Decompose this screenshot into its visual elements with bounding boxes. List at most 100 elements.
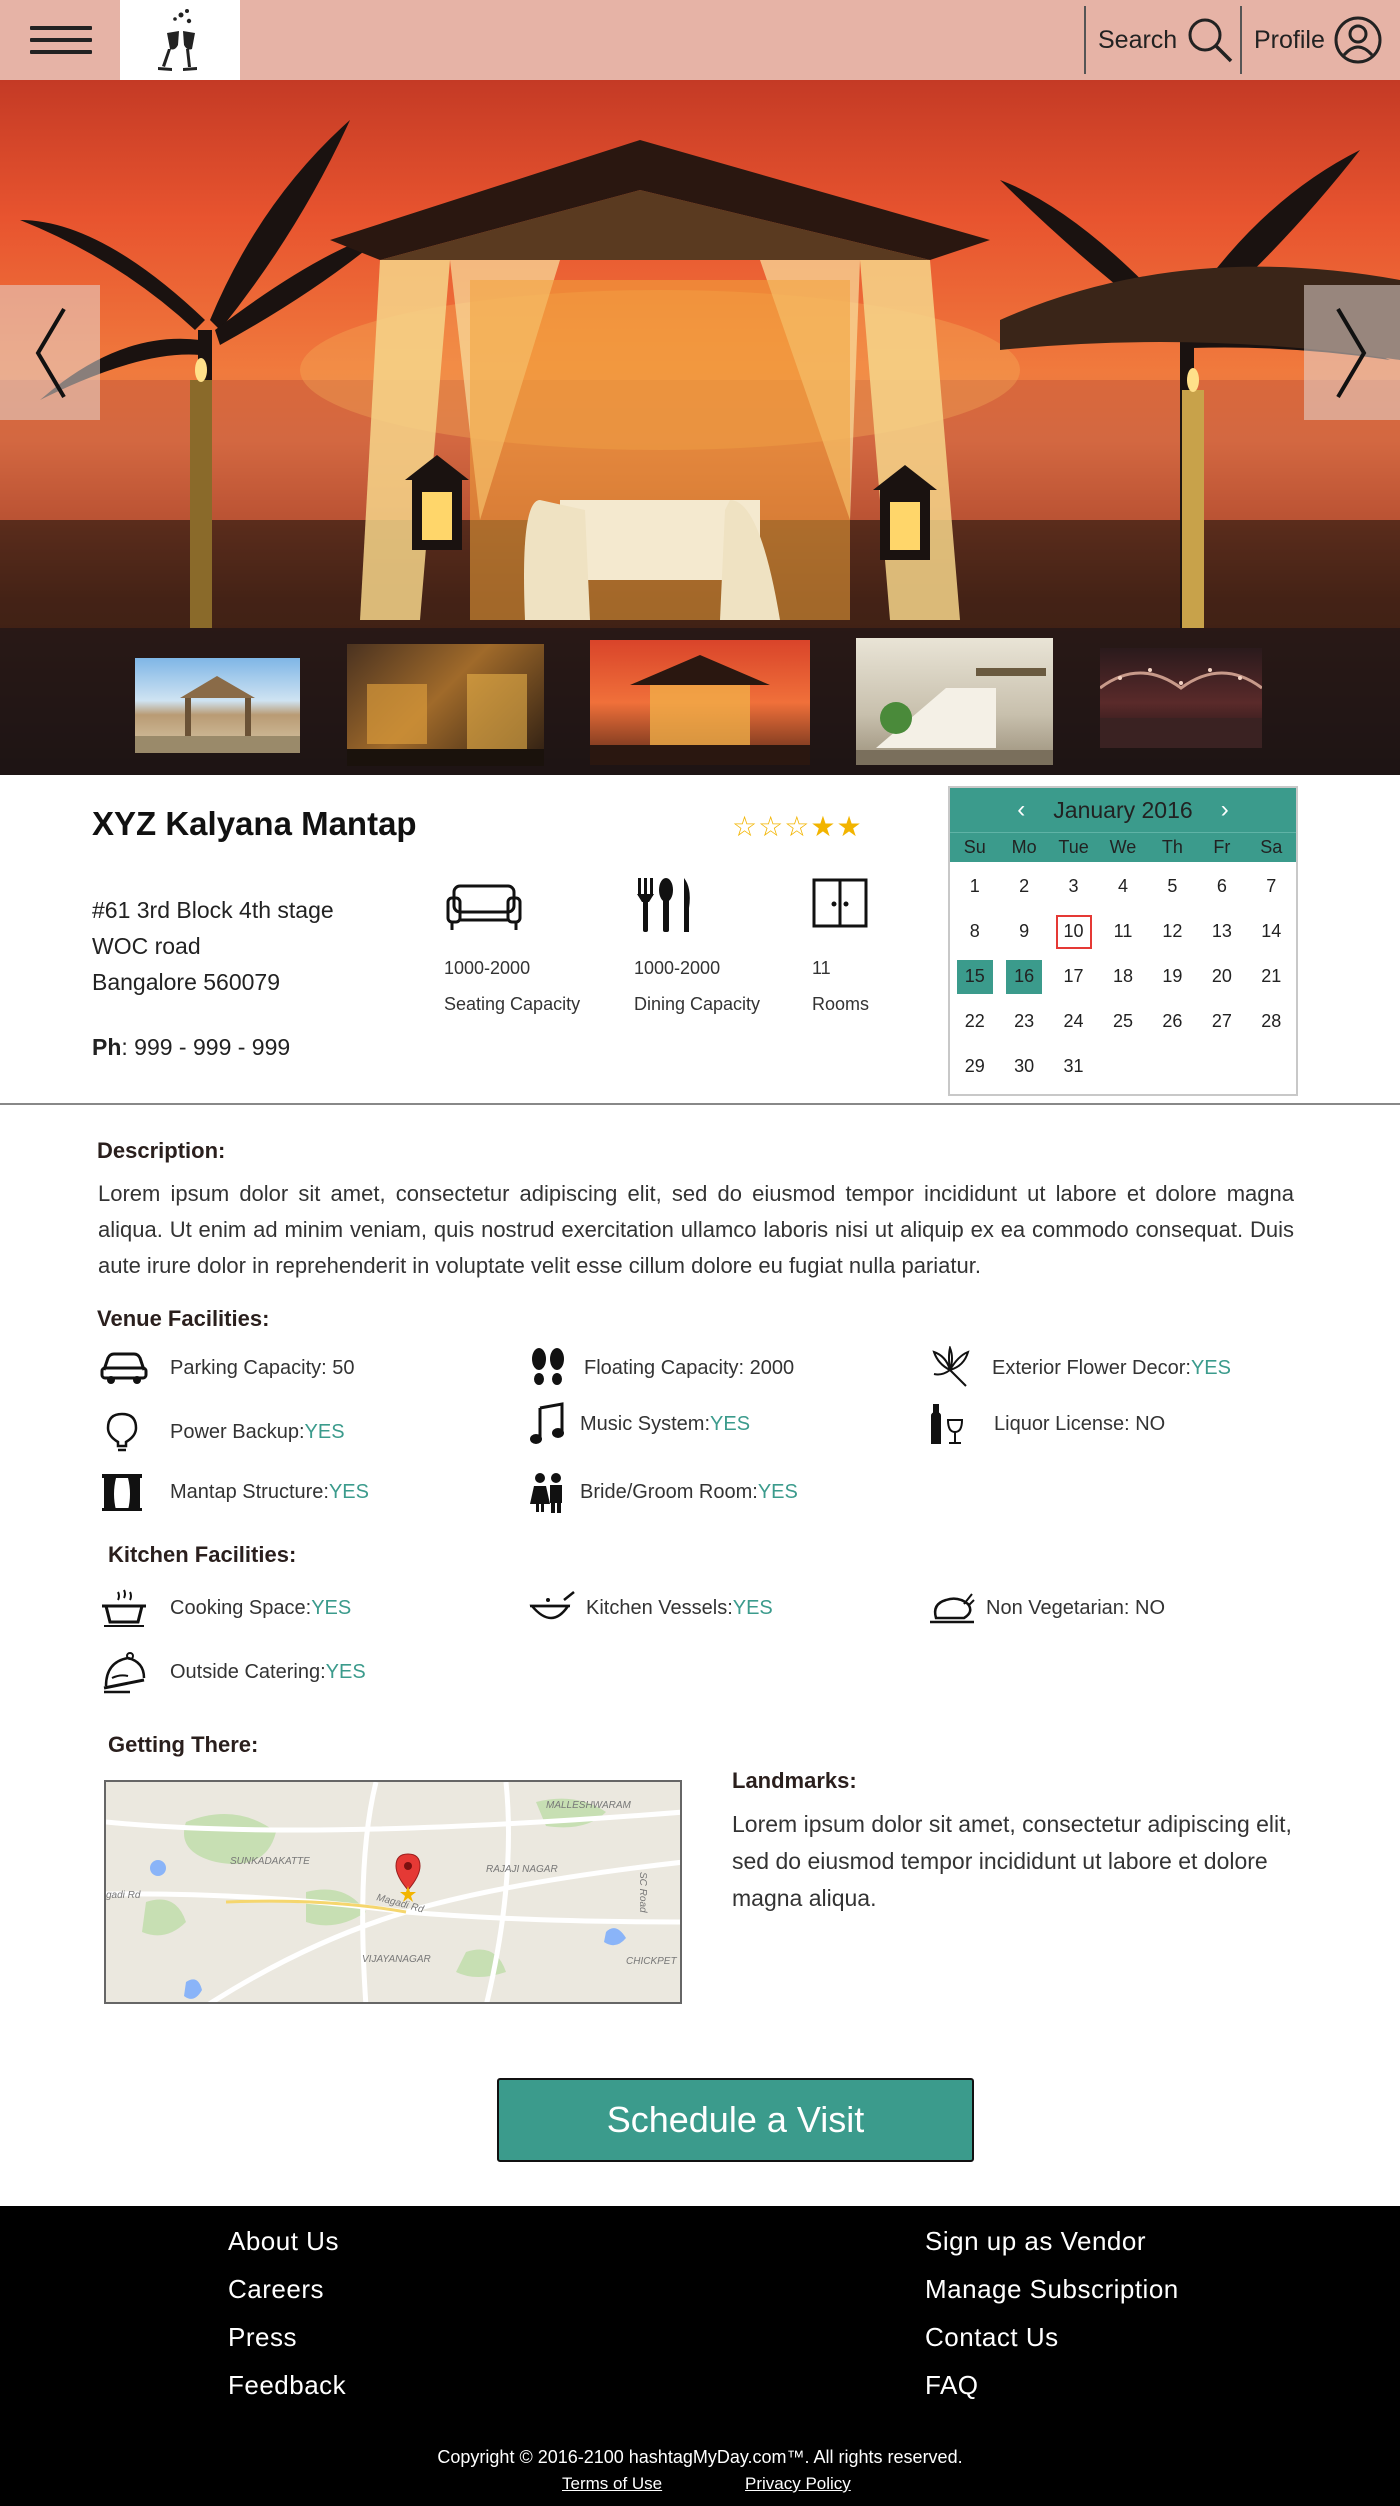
search-button[interactable]: Search bbox=[1098, 12, 1235, 68]
thumbnail[interactable] bbox=[347, 644, 544, 766]
map-label: SUNKADAKATTE bbox=[230, 1856, 310, 1867]
calendar-day[interactable]: 6 bbox=[1204, 870, 1240, 904]
facility-yes-value: YES bbox=[757, 1480, 798, 1503]
calendar-day[interactable]: 2 bbox=[1006, 870, 1042, 904]
calendar-day[interactable]: 29 bbox=[957, 1050, 993, 1084]
calendar-day[interactable]: 24 bbox=[1056, 1005, 1092, 1039]
cutlery-icon bbox=[637, 878, 690, 932]
calendar-day[interactable]: 12 bbox=[1154, 915, 1190, 949]
calendar-day[interactable]: 31 bbox=[1056, 1050, 1092, 1084]
thumbnail[interactable] bbox=[590, 640, 810, 765]
calendar-day[interactable]: 13 bbox=[1204, 915, 1240, 949]
schedule-visit-button[interactable]: Schedule a Visit bbox=[497, 2078, 974, 2162]
facility-label: Parking Capacity: 50 bbox=[170, 1356, 355, 1379]
map-label: MALLESHWARAM bbox=[546, 1800, 632, 1811]
facility-yes-value: YES bbox=[1190, 1356, 1231, 1379]
calendar-day[interactable]: 23 bbox=[1006, 1005, 1042, 1039]
calendar-prev-button[interactable]: ‹ bbox=[1017, 796, 1025, 824]
champagne-glasses-logo[interactable] bbox=[120, 0, 240, 80]
calendar-day[interactable]: 25 bbox=[1105, 1005, 1141, 1039]
facility-yes-value: YES bbox=[328, 1480, 369, 1503]
footer-link-about-us[interactable]: About Us bbox=[228, 2226, 339, 2257]
next-slide-button[interactable] bbox=[1304, 285, 1400, 420]
calendar-day[interactable]: 19 bbox=[1154, 960, 1190, 994]
door-icon bbox=[812, 878, 868, 928]
facility-yes-value: YES bbox=[710, 1412, 751, 1435]
footer-link-careers[interactable]: Careers bbox=[228, 2274, 324, 2305]
calendar-day[interactable]: 28 bbox=[1253, 1005, 1289, 1039]
thumbnail[interactable] bbox=[135, 658, 300, 753]
address-line: #61 3rd Block 4th stage bbox=[92, 897, 334, 923]
calendar-day[interactable]: 22 bbox=[957, 1005, 993, 1039]
facility-label: Power Backup: bbox=[170, 1420, 305, 1443]
calendar-day[interactable]: 26 bbox=[1154, 1005, 1190, 1039]
phone-number: : 999 - 999 - 999 bbox=[121, 1034, 291, 1060]
calendar-day[interactable]: 15 bbox=[956, 959, 993, 994]
menu-icon[interactable] bbox=[26, 20, 96, 60]
calendar-next-button[interactable]: › bbox=[1221, 796, 1229, 824]
star-empty-icon: ☆ bbox=[732, 811, 759, 842]
facility-label: Floating Capacity: 2000 bbox=[584, 1356, 795, 1379]
calendar-day[interactable]: 11 bbox=[1105, 915, 1141, 949]
calendar-day[interactable]: 16 bbox=[1006, 959, 1043, 994]
wine-icon bbox=[931, 1404, 964, 1444]
privacy-policy-link[interactable]: Privacy Policy bbox=[745, 2474, 851, 2494]
facility-kitchen-vessels: Kitchen Vessels: YES bbox=[528, 1586, 773, 1630]
calendar-day[interactable]: 8 bbox=[957, 915, 993, 949]
calendar-day[interactable]: 18 bbox=[1105, 960, 1141, 994]
footer-link-faq[interactable]: FAQ bbox=[925, 2370, 979, 2401]
calendar-day[interactable]: 9 bbox=[1006, 915, 1042, 949]
calendar-weekday: Sa bbox=[1260, 837, 1283, 857]
calendar-day[interactable]: 20 bbox=[1204, 960, 1240, 994]
profile-button[interactable]: Profile bbox=[1254, 12, 1383, 68]
calendar-day[interactable]: 3 bbox=[1056, 870, 1092, 904]
wok-icon bbox=[529, 1591, 575, 1620]
calendar-month-title: January 2016 bbox=[1053, 796, 1193, 823]
facility-label: Liquor License: NO bbox=[994, 1412, 1166, 1435]
facility-parking: Parking Capacity: 50 bbox=[100, 1346, 355, 1390]
calendar-day[interactable]: 14 bbox=[1253, 915, 1289, 949]
description-text: Lorem ipsum dolor sit amet, consectetur … bbox=[98, 1181, 1294, 1278]
hero-image bbox=[0, 120, 1400, 628]
thumbnail[interactable] bbox=[856, 638, 1053, 765]
landmarks-title: Landmarks: bbox=[732, 1768, 857, 1793]
calendar-weekdays: Su Mo Tue We Th Fr Sa bbox=[950, 832, 1296, 862]
phone-label: Ph bbox=[92, 1034, 122, 1060]
map-label: SC Road bbox=[637, 1872, 648, 1913]
facility-exterior-flower-decor: Exterior Flower Decor: YES bbox=[928, 1346, 1231, 1390]
calendar-day[interactable]: 5 bbox=[1154, 870, 1190, 904]
thumbnail[interactable] bbox=[1100, 648, 1262, 748]
facility-non-vegetarian: Non Vegetarian: NO bbox=[928, 1586, 1165, 1630]
footer-link-feedback[interactable]: Feedback bbox=[228, 2370, 346, 2401]
facility-label: Bride/Groom Room: bbox=[580, 1480, 758, 1503]
star-empty-icon: ☆ bbox=[784, 811, 811, 842]
search-icon bbox=[1188, 18, 1233, 63]
footer-link-manage-subscription[interactable]: Manage Subscription bbox=[925, 2274, 1179, 2305]
map-label: CHICKPET bbox=[626, 1956, 677, 1967]
calendar-day[interactable]: 30 bbox=[1006, 1050, 1042, 1084]
facility-bride-groom-room: Bride/Groom Room: YES bbox=[528, 1470, 798, 1514]
calendar-day[interactable]: 7 bbox=[1253, 870, 1289, 904]
calendar-day[interactable]: 21 bbox=[1253, 960, 1289, 994]
calendar-day[interactable]: 4 bbox=[1105, 870, 1141, 904]
header-divider bbox=[1084, 6, 1086, 74]
chevron-left-icon bbox=[35, 307, 66, 398]
map-label: gadi Rd bbox=[106, 1890, 141, 1901]
facility-yes-value: YES bbox=[311, 1596, 352, 1619]
facility-cooking-space: Cooking Space: YES bbox=[100, 1586, 351, 1630]
calendar-day[interactable]: 27 bbox=[1204, 1005, 1240, 1039]
location-map[interactable]: MALLESHWARAM SUNKADAKATTE RAJAJI NAGAR M… bbox=[104, 1780, 682, 2004]
venue-name: XYZ Kalyana Mantap bbox=[92, 805, 417, 842]
calendar-day[interactable]: 17 bbox=[1056, 960, 1092, 994]
calendar-day[interactable]: 1 bbox=[957, 870, 993, 904]
top-header: Search Profile bbox=[0, 0, 1400, 80]
calendar-day[interactable]: 10 bbox=[1055, 914, 1092, 949]
facility-label: Exterior Flower Decor: bbox=[992, 1356, 1191, 1379]
prev-slide-button[interactable] bbox=[0, 285, 100, 420]
chevron-right-icon bbox=[1336, 307, 1367, 398]
footer-link-contact-us[interactable]: Contact Us bbox=[925, 2322, 1059, 2353]
footer-link-press[interactable]: Press bbox=[228, 2322, 297, 2353]
cloche-icon bbox=[103, 1652, 146, 1694]
footer-link-vendor-signup[interactable]: Sign up as Vendor bbox=[925, 2226, 1146, 2257]
terms-of-use-link[interactable]: Terms of Use bbox=[562, 2474, 662, 2494]
